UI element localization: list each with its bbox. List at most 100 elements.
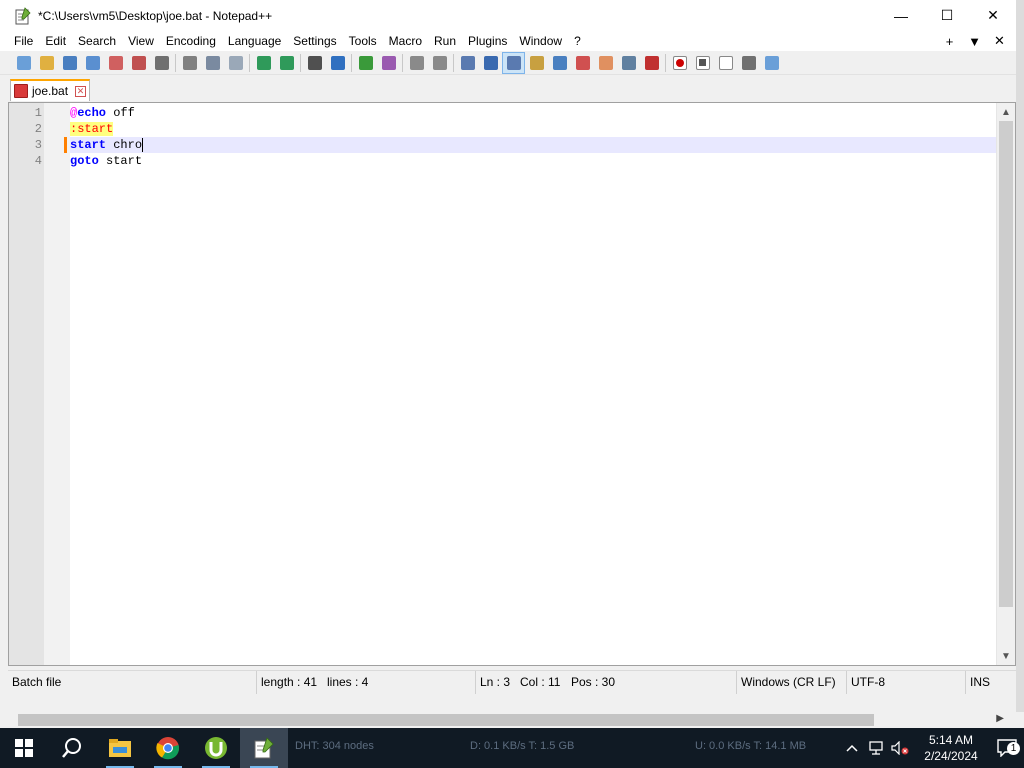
tray-chevron-up-icon[interactable] — [840, 728, 864, 768]
toolbar-separator — [665, 53, 666, 72]
taskbar-file-explorer[interactable] — [96, 728, 144, 768]
show-all-chars-button[interactable] — [479, 52, 502, 74]
menu-macro[interactable]: Macro — [383, 31, 428, 51]
monitoring-button[interactable] — [640, 52, 663, 74]
copy-button[interactable] — [201, 52, 224, 74]
utorrent-dht-info: DHT: 304 nodes — [295, 740, 374, 752]
code-token: chro — [106, 138, 143, 152]
taskbar-utorrent[interactable] — [192, 728, 240, 768]
find-button[interactable] — [303, 52, 326, 74]
open-file-button[interactable] — [35, 52, 58, 74]
editor-pane[interactable]: 1234 @echo off:start start chro goto start… — [8, 102, 1016, 666]
menu-help[interactable]: ? — [568, 31, 587, 51]
sync-horizontal-button[interactable] — [428, 52, 451, 74]
menu-tools[interactable]: Tools — [343, 31, 383, 51]
tab-close-icon[interactable]: ✕ — [75, 85, 87, 97]
code-line[interactable]: goto start — [70, 153, 142, 169]
scroll-down-icon[interactable]: ▼ — [997, 647, 1015, 665]
menu-view[interactable]: View — [122, 31, 160, 51]
scroll-right-icon[interactable]: ▶ — [996, 713, 1004, 724]
code-line[interactable]: start chro — [70, 137, 142, 153]
menu-settings[interactable]: Settings — [287, 31, 342, 51]
network-icon[interactable] — [864, 728, 888, 768]
toolbar-separator — [175, 53, 176, 72]
unsaved-file-icon — [14, 84, 28, 98]
tab-joe-bat[interactable]: joe.bat ✕ — [10, 79, 90, 101]
cut-button[interactable] — [178, 52, 201, 74]
code-token: start — [70, 138, 107, 152]
notification-center-button[interactable]: 1 — [990, 728, 1024, 768]
line-number: 2 — [34, 122, 42, 136]
vertical-scroll-thumb[interactable] — [999, 121, 1013, 607]
menu-right-controls: + ▼ ✕ — [937, 33, 1012, 49]
taskbar-chrome[interactable] — [144, 728, 192, 768]
save-all-button[interactable] — [81, 52, 104, 74]
new-tab-button[interactable]: + — [937, 34, 962, 49]
scroll-up-icon[interactable]: ▲ — [997, 103, 1015, 121]
zoom-out-button[interactable] — [377, 52, 400, 74]
code-token: goto — [70, 154, 99, 168]
tab-list-button[interactable]: ▼ — [962, 34, 987, 49]
word-wrap-button[interactable] — [456, 52, 479, 74]
zoom-in-button[interactable] — [354, 52, 377, 74]
status-encoding[interactable]: UTF-8 — [846, 671, 885, 694]
taskbar-search-button[interactable] — [48, 728, 96, 768]
menu-file[interactable]: File — [8, 31, 39, 51]
tab-label: joe.bat — [32, 84, 69, 98]
run-macro-multiple-button[interactable] — [737, 52, 760, 74]
status-eol[interactable]: Windows (CR LF) — [736, 671, 836, 694]
line-number: 4 — [34, 154, 42, 168]
save-button[interactable] — [58, 52, 81, 74]
menu-run[interactable]: Run — [428, 31, 462, 51]
play-macro-button[interactable] — [714, 52, 737, 74]
menu-window[interactable]: Window — [513, 31, 568, 51]
line-number: 3 — [34, 138, 42, 152]
undo-button[interactable] — [252, 52, 275, 74]
print-button[interactable] — [150, 52, 173, 74]
indent-guide-button[interactable] — [502, 51, 525, 74]
doc-list-button[interactable] — [571, 52, 594, 74]
close-all-button[interactable] — [127, 52, 150, 74]
stop-record-button[interactable] — [691, 52, 714, 74]
close-tab-button[interactable]: ✕ — [987, 33, 1012, 49]
menu-encoding[interactable]: Encoding — [160, 31, 222, 51]
folder-workspace-button[interactable] — [617, 52, 640, 74]
horizontal-scrollbar[interactable]: ▶ — [8, 712, 1008, 728]
redo-button[interactable] — [275, 52, 298, 74]
paste-button[interactable] — [224, 52, 247, 74]
title-bar[interactable]: *C:\Users\vm5\Desktop\joe.bat - Notepad+… — [0, 0, 1016, 31]
function-list-button[interactable] — [594, 52, 617, 74]
doc-map-button[interactable] — [548, 52, 571, 74]
horizontal-scroll-thumb[interactable] — [18, 714, 874, 726]
clock[interactable]: 5:14 AM 2/24/2024 — [912, 732, 990, 764]
save-macro-icon — [764, 55, 779, 70]
record-macro-button[interactable] — [668, 52, 691, 74]
save-macro-button[interactable] — [760, 52, 783, 74]
search-icon — [62, 738, 81, 758]
user-language-button[interactable] — [525, 52, 548, 74]
undo-icon — [256, 55, 271, 70]
code-line[interactable]: :start — [70, 121, 114, 137]
code-area[interactable]: @echo off:start start chro goto start — [70, 103, 996, 665]
replace-button[interactable] — [326, 52, 349, 74]
user-language-icon — [529, 55, 544, 70]
code-line[interactable]: @echo off — [70, 105, 135, 121]
close-all-icon — [131, 55, 146, 70]
taskbar-notepadpp[interactable] — [240, 728, 288, 768]
fold-margin[interactable] — [44, 103, 70, 665]
menu-plugins[interactable]: Plugins — [462, 31, 513, 51]
close-window-button[interactable]: ✕ — [970, 0, 1016, 31]
close-button[interactable] — [104, 52, 127, 74]
vertical-scrollbar[interactable]: ▲ ▼ — [996, 103, 1015, 665]
menu-language[interactable]: Language — [222, 31, 287, 51]
minimize-button[interactable]: — — [878, 0, 924, 31]
menu-edit[interactable]: Edit — [39, 31, 72, 51]
line-number-gutter[interactable]: 1 2 3 4 — [9, 103, 44, 665]
maximize-button[interactable]: ☐ — [924, 0, 970, 31]
close-icon — [108, 55, 123, 70]
sync-vertical-button[interactable] — [405, 52, 428, 74]
menu-search[interactable]: Search — [72, 31, 122, 51]
new-file-button[interactable] — [12, 52, 35, 74]
start-button[interactable] — [0, 728, 48, 768]
volume-muted-icon[interactable] — [888, 728, 912, 768]
